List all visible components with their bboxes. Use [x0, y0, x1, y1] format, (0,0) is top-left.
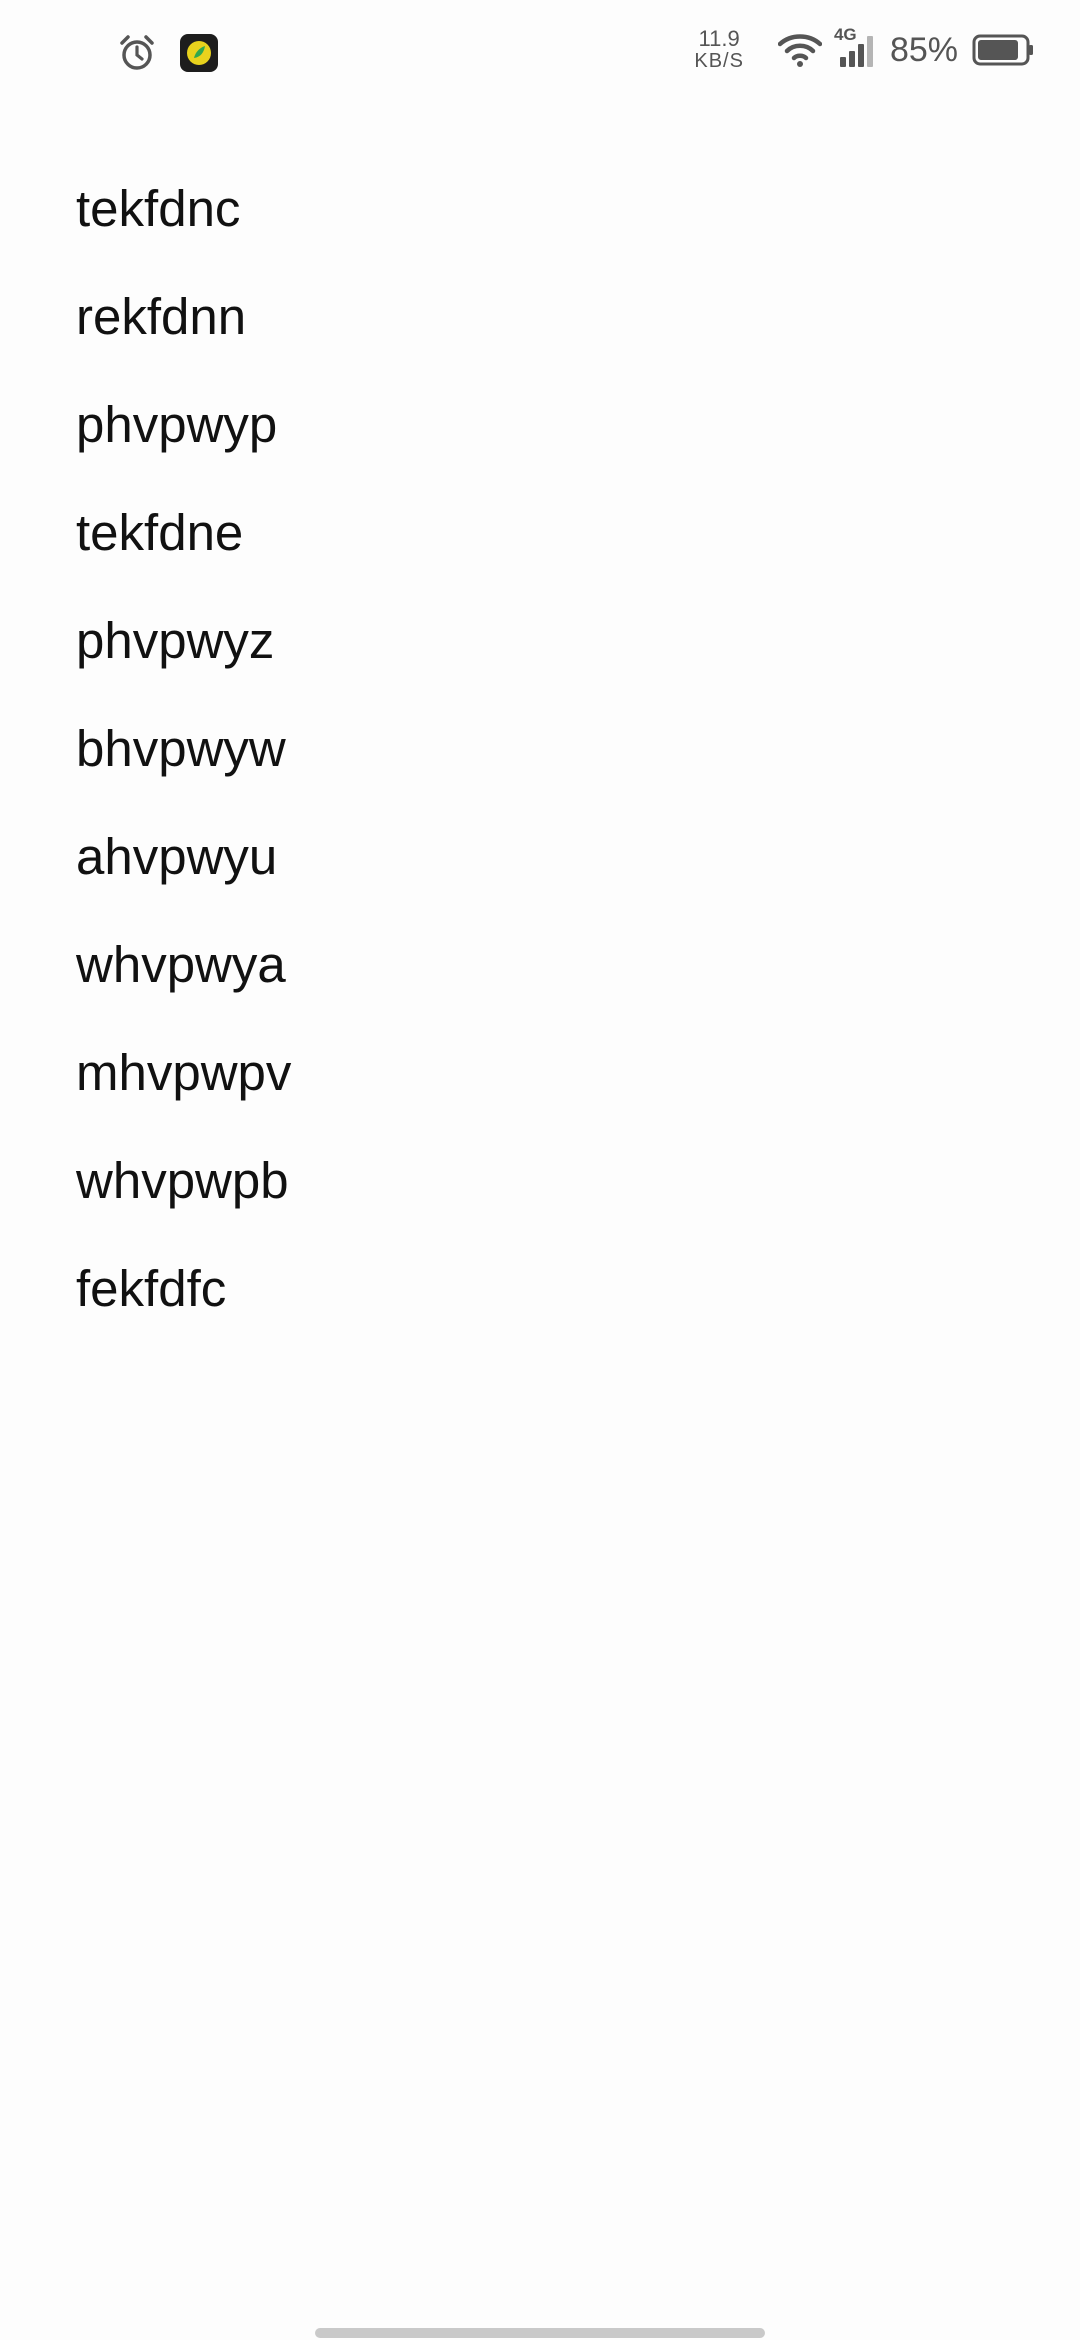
- screen: 11.9 KB/S 4G 85% tekfdnc rekfdnn phvpwyp…: [0, 0, 1080, 2340]
- status-bar-left: [118, 34, 218, 72]
- list-item[interactable]: fekfdfc: [0, 1234, 1080, 1342]
- network-speed-unit: KB/S: [694, 50, 744, 72]
- list-item[interactable]: bhvpwyw: [0, 694, 1080, 802]
- wifi-icon: [777, 33, 822, 67]
- app-notification-icon: [180, 34, 218, 72]
- status-bar-right: 11.9 KB/S 4G 85%: [694, 25, 1034, 73]
- status-bar: 11.9 KB/S 4G 85%: [0, 0, 1080, 110]
- network-type-label: 4G: [833, 25, 857, 44]
- list-item[interactable]: tekfdne: [0, 478, 1080, 586]
- item-list: tekfdnc rekfdnn phvpwyp tekfdne phvpwyz bhvpw…: [0, 154, 1080, 1342]
- list-item[interactable]: phvpwyp: [0, 370, 1080, 478]
- list-item[interactable]: whvpwya: [0, 910, 1080, 1018]
- list-item[interactable]: mhvpwpv: [0, 1018, 1080, 1126]
- list-item[interactable]: whvpwpb: [0, 1126, 1080, 1234]
- list-item[interactable]: rekfdnn: [0, 262, 1080, 370]
- network-speed: 11.9 KB/S: [694, 26, 744, 73]
- network-speed-value: 11.9: [698, 26, 740, 51]
- home-indicator[interactable]: [315, 2328, 765, 2338]
- list-item[interactable]: phvpwyz: [0, 586, 1080, 694]
- list-item[interactable]: tekfdnc: [0, 154, 1080, 262]
- alarm-icon: [118, 34, 156, 72]
- battery-percent: 85%: [889, 30, 958, 69]
- list-item[interactable]: ahvpwyu: [0, 802, 1080, 910]
- cellular-indicator: 4G: [834, 25, 876, 67]
- battery-icon: [972, 34, 1034, 66]
